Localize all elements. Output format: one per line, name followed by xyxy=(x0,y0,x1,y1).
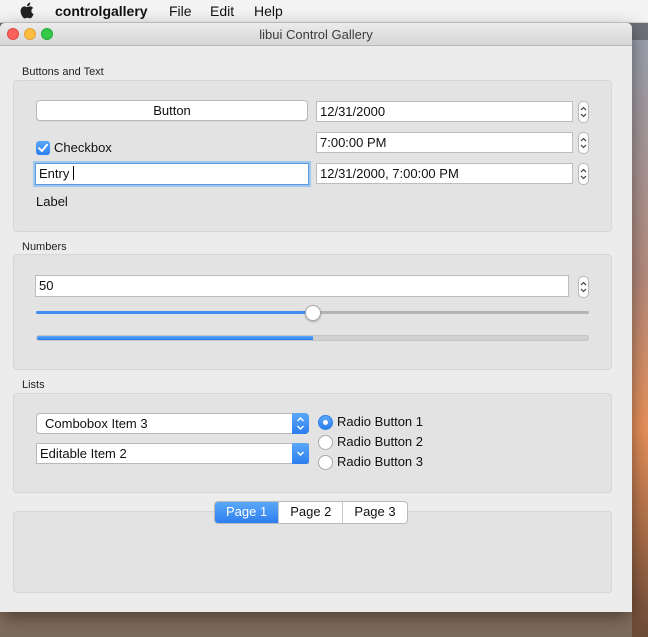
updown-chevron-icon xyxy=(297,417,304,430)
radio-button-3[interactable] xyxy=(318,455,333,470)
entry-field[interactable]: Entry xyxy=(35,163,309,185)
menu-file[interactable]: File xyxy=(169,3,192,19)
progress-bar xyxy=(36,335,589,341)
combobox-arrows[interactable] xyxy=(292,413,309,434)
radio-label-2[interactable]: Radio Button 2 xyxy=(337,434,423,449)
stepper-arrows-icon xyxy=(580,137,587,149)
editable-combobox-arrow[interactable] xyxy=(292,443,309,464)
menu-app-name[interactable]: controlgallery xyxy=(55,3,148,19)
menu-bar: controlgallery File Edit Help xyxy=(0,0,648,23)
chevron-down-icon xyxy=(296,451,305,457)
radio-button-2[interactable] xyxy=(318,435,333,450)
group-label-numbers: Numbers xyxy=(22,241,67,253)
checkbox[interactable] xyxy=(36,141,50,155)
checkmark-icon xyxy=(38,143,48,152)
slider-track-empty[interactable] xyxy=(312,311,589,314)
tab-page-1[interactable]: Page 1 xyxy=(215,502,280,523)
datetime-picker[interactable]: 12/31/2000, 7:00:00 PM xyxy=(316,163,573,184)
stepper-arrows-icon xyxy=(580,281,587,293)
tab-page-3[interactable]: Page 3 xyxy=(343,502,406,523)
window-title: libui Control Gallery xyxy=(259,27,373,42)
group-label-lists: Lists xyxy=(22,379,45,391)
time-picker[interactable]: 7:00:00 PM xyxy=(316,132,573,153)
slider-knob[interactable] xyxy=(304,305,321,321)
checkbox-label[interactable]: Checkbox xyxy=(54,140,112,155)
combobox-selected: Combobox Item 3 xyxy=(45,416,148,431)
editable-combobox-value[interactable]: Editable Item 2 xyxy=(40,446,127,461)
menu-help[interactable]: Help xyxy=(254,3,283,19)
tab-page-2[interactable]: Page 2 xyxy=(279,502,344,523)
editable-combobox[interactable]: Editable Item 2 xyxy=(36,443,309,464)
desktop-background xyxy=(632,40,648,637)
entry-value: Entry xyxy=(39,166,70,181)
date-stepper[interactable] xyxy=(578,101,589,123)
menu-edit[interactable]: Edit xyxy=(210,3,234,19)
push-button[interactable]: Button xyxy=(36,100,308,121)
datetime-stepper[interactable] xyxy=(578,163,589,185)
stepper-arrows-icon xyxy=(580,168,587,180)
text-caret xyxy=(72,166,74,180)
stepper-arrows-icon xyxy=(580,106,587,118)
title-bar[interactable]: libui Control Gallery xyxy=(0,23,632,46)
tab-bar: Page 1 Page 2 Page 3 xyxy=(214,501,408,524)
progress-bar-fill xyxy=(37,336,313,340)
spinbox-stepper[interactable] xyxy=(578,276,589,298)
date-picker[interactable]: 12/31/2000 xyxy=(316,101,573,122)
control-gallery-window: libui Control Gallery Buttons and Text B… xyxy=(0,23,632,612)
group-label-buttons-text: Buttons and Text xyxy=(22,66,104,78)
radio-label-3[interactable]: Radio Button 3 xyxy=(337,454,423,469)
slider-track-filled[interactable] xyxy=(36,311,313,314)
apple-icon[interactable] xyxy=(20,2,34,19)
radio-label-1[interactable]: Radio Button 1 xyxy=(337,414,423,429)
radio-button-1[interactable] xyxy=(318,415,333,430)
combobox[interactable]: Combobox Item 3 xyxy=(36,413,309,434)
spinbox-field[interactable]: 50 xyxy=(35,275,569,297)
static-label: Label xyxy=(36,194,68,209)
radio-dot xyxy=(323,420,328,425)
time-stepper[interactable] xyxy=(578,132,589,154)
